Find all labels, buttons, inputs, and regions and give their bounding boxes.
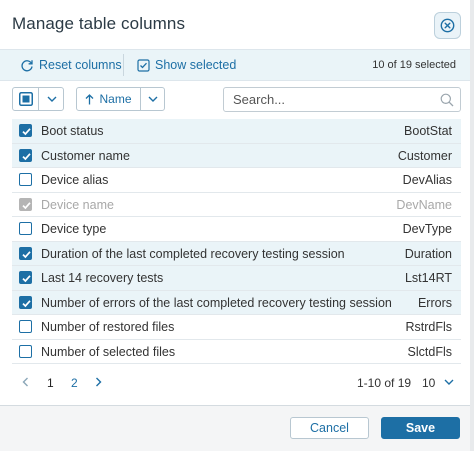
column-short-name: Lst14RT bbox=[404, 271, 452, 285]
selected-count: 10 of 19 selected bbox=[372, 59, 456, 71]
column-checkbox[interactable] bbox=[19, 246, 32, 260]
column-checkbox[interactable] bbox=[19, 173, 32, 186]
page-range: 1-10 of 19 bbox=[357, 376, 412, 390]
column-checkbox[interactable] bbox=[19, 295, 32, 309]
page-2-link[interactable]: 2 bbox=[71, 376, 78, 390]
column-row[interactable]: Duration of the last completed recovery … bbox=[12, 241, 461, 266]
checkbox-list-icon bbox=[137, 58, 150, 72]
column-row[interactable]: Device type DevType bbox=[12, 217, 461, 242]
dialog-title: Manage table columns bbox=[12, 14, 186, 33]
page-1-link[interactable]: 1 bbox=[47, 376, 54, 390]
show-selected-button[interactable]: Show selected bbox=[137, 50, 236, 80]
column-row[interactable]: Number of restored files RstrdFls bbox=[12, 315, 461, 340]
select-dropdown-button[interactable] bbox=[39, 88, 64, 110]
column-checkbox[interactable] bbox=[19, 222, 32, 235]
column-row[interactable]: Number of errors of the last completed r… bbox=[12, 290, 461, 315]
manage-columns-dialog: Manage table columns Reset columns Show … bbox=[0, 0, 474, 451]
column-checkbox[interactable] bbox=[19, 271, 32, 284]
select-all-checkbox[interactable] bbox=[13, 88, 38, 110]
select-all-control bbox=[12, 87, 64, 111]
column-toolbar: Reset columns Show selected 10 of 19 sel… bbox=[0, 49, 470, 81]
cancel-button[interactable]: Cancel bbox=[290, 417, 369, 439]
pagination: 1 2 1-10 of 19 10 bbox=[0, 372, 470, 396]
column-list: Boot status BootStat Customer name Customer… bbox=[12, 119, 461, 364]
sort-dropdown-button[interactable] bbox=[141, 88, 165, 110]
save-button[interactable]: Save bbox=[381, 417, 460, 439]
search-input[interactable] bbox=[233, 91, 433, 108]
close-circle-icon bbox=[440, 18, 455, 33]
column-short-name: Duration bbox=[404, 246, 452, 261]
chevron-down-icon bbox=[47, 96, 56, 102]
search-box bbox=[223, 87, 461, 112]
column-short-name: DevAlias bbox=[402, 173, 452, 187]
column-row[interactable]: Customer name Customer bbox=[12, 143, 461, 168]
column-name: Device type bbox=[41, 222, 107, 236]
column-short-name: Customer bbox=[397, 148, 452, 163]
column-short-name: RstrdFls bbox=[405, 320, 452, 334]
column-short-name: Errors bbox=[417, 295, 452, 310]
column-name: Number of selected files bbox=[41, 344, 176, 359]
chevron-down-icon bbox=[148, 96, 158, 102]
previous-page-icon[interactable] bbox=[22, 377, 29, 387]
column-name: Device name bbox=[41, 197, 114, 212]
column-checkbox bbox=[19, 197, 32, 211]
dialog-footer: Cancel Save bbox=[0, 405, 470, 451]
column-short-name: BootStat bbox=[404, 124, 452, 138]
sort-label: Name bbox=[99, 92, 132, 106]
column-name: Number of errors of the last completed r… bbox=[41, 295, 392, 310]
sort-control: Name bbox=[76, 87, 165, 111]
refresh-icon bbox=[21, 60, 33, 72]
column-row[interactable]: Boot status BootStat bbox=[12, 119, 461, 144]
column-row: Device name DevName bbox=[12, 193, 461, 217]
column-short-name: DevName bbox=[396, 197, 452, 212]
toolbar-divider bbox=[123, 54, 124, 76]
column-name: Duration of the last completed recovery … bbox=[41, 246, 345, 261]
column-checkbox[interactable] bbox=[19, 148, 32, 162]
column-name: Number of restored files bbox=[41, 320, 175, 334]
sort-by-name-button[interactable]: Name bbox=[77, 88, 140, 110]
column-checkbox[interactable] bbox=[19, 124, 32, 137]
chevron-down-icon[interactable] bbox=[444, 379, 454, 385]
column-name: Device alias bbox=[41, 173, 109, 187]
partial-check-icon bbox=[18, 92, 33, 106]
column-name: Boot status bbox=[41, 124, 104, 138]
close-button[interactable] bbox=[434, 12, 461, 39]
per-page-select[interactable]: 10 bbox=[422, 376, 435, 390]
column-name: Last 14 recovery tests bbox=[41, 271, 164, 285]
column-row[interactable]: Device alias DevAlias bbox=[12, 168, 461, 193]
column-row[interactable]: Last 14 recovery tests Lst14RT bbox=[12, 266, 461, 291]
reset-columns-button[interactable]: Reset columns bbox=[20, 50, 122, 80]
search-icon bbox=[440, 93, 454, 107]
column-name: Customer name bbox=[41, 148, 130, 163]
column-short-name: SlctdFls bbox=[407, 344, 452, 359]
arrow-up-icon bbox=[86, 93, 94, 104]
reset-columns-label: Reset columns bbox=[39, 58, 122, 72]
column-short-name: DevType bbox=[402, 222, 452, 236]
window-edge bbox=[470, 0, 474, 451]
next-page-icon[interactable] bbox=[95, 377, 102, 387]
column-checkbox[interactable] bbox=[19, 320, 32, 333]
show-selected-label: Show selected bbox=[155, 58, 237, 72]
column-row[interactable]: Number of selected files SlctdFls bbox=[12, 340, 461, 364]
column-checkbox[interactable] bbox=[19, 344, 32, 358]
